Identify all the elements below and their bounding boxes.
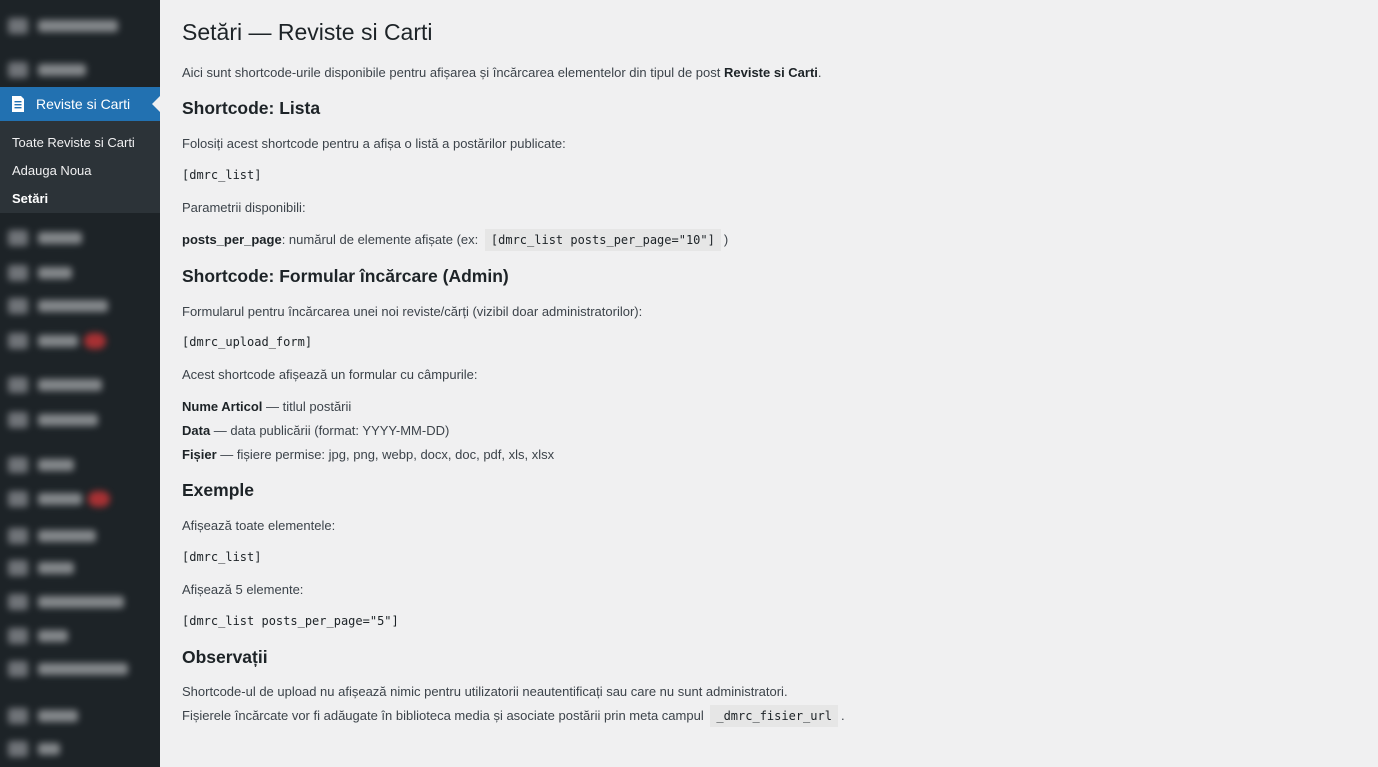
- sidebar-item-obscured[interactable]: [8, 560, 74, 576]
- sidebar-item-obscured[interactable]: [8, 265, 72, 281]
- sidebar-item-obscured[interactable]: [8, 298, 108, 314]
- example-2-description: Afișează 5 elemente:: [182, 582, 304, 597]
- page-title: Setări — Reviste si Carti: [182, 19, 433, 45]
- sidebar-item-obscured[interactable]: [8, 741, 60, 757]
- sidebar-item-obscured[interactable]: [8, 412, 98, 428]
- submenu-item-settings[interactable]: Setări: [12, 191, 48, 206]
- heading-observatii: Observații: [182, 647, 268, 667]
- submenu-item-add-new[interactable]: Adauga Noua: [12, 163, 92, 178]
- sidebar-item-obscured[interactable]: [8, 333, 106, 349]
- example-1-code: [dmrc_list]: [182, 550, 262, 564]
- sidebar-item-obscured[interactable]: [8, 62, 86, 78]
- param-name: posts_per_page: [182, 232, 282, 247]
- sidebar-item-obscured[interactable]: [8, 491, 110, 507]
- sidebar-item-reviste-si-carti[interactable]: Reviste si Carti: [0, 87, 160, 121]
- list-description: Folosiți acest shortcode pentru a afișa …: [182, 136, 566, 151]
- example-1-description: Afișează toate elementele:: [182, 518, 336, 533]
- admin-sidebar: Reviste si Carti Toate Reviste si Carti …: [0, 0, 160, 767]
- params-label: Parametrii disponibili:: [182, 200, 306, 215]
- fields-intro: Acest shortcode afișează un formular cu …: [182, 367, 478, 382]
- code-dmrc-list: [dmrc_list]: [182, 168, 262, 182]
- sidebar-item-obscured[interactable]: [8, 18, 118, 34]
- sidebar-item-obscured[interactable]: [8, 457, 74, 473]
- sidebar-item-obscured[interactable]: [8, 594, 124, 610]
- note-1: Shortcode-ul de upload nu afișează nimic…: [182, 684, 788, 699]
- submenu: Toate Reviste si Carti Adauga Noua Setăr…: [0, 121, 160, 213]
- document-icon: [12, 96, 24, 112]
- sidebar-item-obscured[interactable]: [8, 708, 78, 724]
- note-2: Fișierele încărcate vor fi adăugate în b…: [182, 705, 845, 727]
- post-type-name: Reviste si Carti: [723, 65, 818, 80]
- field-item: Fișier — fișiere permise: jpg, png, webp…: [182, 447, 555, 462]
- heading-exemple: Exemple: [182, 480, 254, 500]
- sidebar-item-obscured[interactable]: [8, 661, 128, 677]
- sidebar-item-obscured[interactable]: [8, 628, 68, 644]
- example-2-code: [dmrc_list posts_per_page="5"]: [182, 614, 399, 628]
- sidebar-item-label: Reviste si Carti: [36, 96, 131, 112]
- submenu-item-all[interactable]: Toate Reviste si Carti: [12, 135, 135, 150]
- active-indicator: [152, 96, 160, 112]
- sidebar-item-obscured[interactable]: [8, 230, 82, 246]
- param-example-code: [dmrc_list posts_per_page="10"]: [484, 229, 721, 251]
- param-posts-per-page: posts_per_page: numărul de elemente afiș…: [182, 229, 728, 251]
- meta-field-code: _dmrc_fisier_url: [710, 705, 838, 727]
- sidebar-item-obscured[interactable]: [8, 377, 102, 393]
- intro-text: Aici sunt shortcode-urile disponibile pe…: [182, 65, 822, 80]
- heading-shortcode-lista: Shortcode: Lista: [182, 98, 321, 118]
- field-item: Nume Articol — titlul postării: [182, 399, 352, 414]
- code-dmrc-upload-form: [dmrc_upload_form]: [182, 335, 313, 349]
- heading-shortcode-formular: Shortcode: Formular încărcare (Admin): [182, 266, 509, 286]
- field-item: Data — data publicării (format: YYYY-MM-…: [182, 423, 450, 438]
- sidebar-item-obscured[interactable]: [8, 528, 96, 544]
- form-description: Formularul pentru încărcarea unei noi re…: [182, 304, 643, 319]
